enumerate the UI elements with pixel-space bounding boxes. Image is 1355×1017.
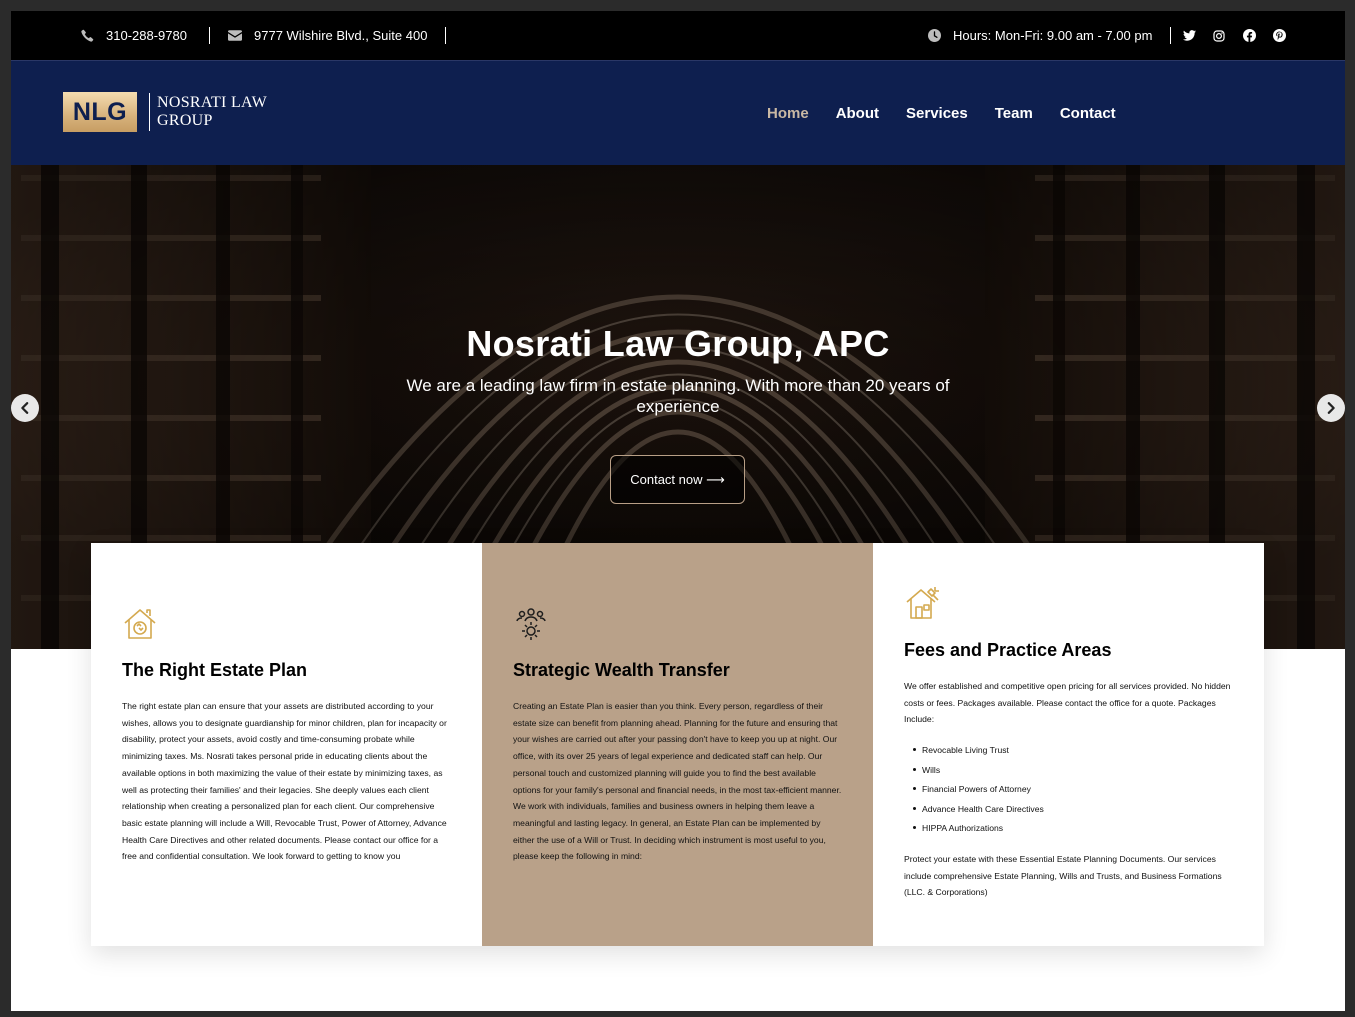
nav-contact[interactable]: Contact: [1060, 105, 1116, 122]
hours-text: Hours: Mon-Fri: 9.00 am - 7.00 pm: [953, 28, 1153, 43]
divider: [1170, 27, 1171, 44]
divider: [445, 27, 446, 44]
main-nav: Home About Services Team Contact: [767, 61, 1116, 165]
logo-divider: [149, 93, 150, 131]
logo-wordmark: NOSRATI LAW GROUP: [157, 94, 267, 130]
phone-contact[interactable]: 310-288-9780: [81, 11, 187, 60]
hero-title: Nosrati Law Group, APC: [466, 323, 890, 364]
chevron-left-icon: [21, 402, 29, 414]
feature-cards: The Right Estate Plan The right estate p…: [91, 543, 1264, 946]
pinterest-icon[interactable]: [1272, 29, 1286, 43]
card-wealth-transfer: Strategic Wealth Transfer Creating an Es…: [482, 543, 873, 946]
nav-team[interactable]: Team: [995, 105, 1033, 122]
contact-now-button[interactable]: Contact now ⟶: [610, 455, 745, 504]
logo[interactable]: NLG NOSRATI LAW GROUP: [63, 92, 267, 132]
twitter-icon[interactable]: [1182, 29, 1196, 43]
card-intro: We offer established and competitive ope…: [904, 681, 1231, 725]
house-recycle-icon: [122, 606, 158, 647]
nav-home[interactable]: Home: [767, 105, 809, 122]
card-title: Strategic Wealth Transfer: [513, 660, 730, 680]
address-text: 9777 Wilshire Blvd., Suite 400: [254, 28, 428, 43]
logo-mark: NLG: [63, 92, 137, 132]
phone-icon: [81, 29, 94, 42]
list-item: Revocable Living Trust: [904, 743, 1234, 763]
divider: [209, 27, 210, 44]
card-estate-plan: The Right Estate Plan The right estate p…: [91, 543, 482, 946]
list-item: Financial Powers of Attorney: [904, 782, 1234, 802]
card-body: The right estate plan can ensure that yo…: [122, 701, 447, 862]
address-contact[interactable]: 9777 Wilshire Blvd., Suite 400: [228, 11, 427, 60]
hours-info: Hours: Mon-Fri: 9.00 am - 7.00 pm: [928, 11, 1152, 60]
list-item: Wills: [904, 763, 1234, 783]
slider-prev-button[interactable]: [11, 394, 39, 422]
card-title: Fees and Practice Areas: [904, 640, 1112, 660]
card-body: Creating an Estate Plan is easier than y…: [513, 701, 842, 862]
page: 310-288-9780 9777 Wilshire Blvd., Suite …: [11, 11, 1345, 1011]
hero-subtitle: We are a leading law firm in estate plan…: [406, 376, 950, 416]
nav-services[interactable]: Services: [906, 105, 968, 122]
top-bar: 310-288-9780 9777 Wilshire Blvd., Suite …: [11, 11, 1345, 60]
phone-number: 310-288-9780: [106, 28, 187, 43]
social-links: [1182, 11, 1286, 60]
card-outro: Protect your estate with these Essential…: [904, 854, 1222, 898]
list-item: Advance Health Care Directives: [904, 802, 1234, 822]
house-tools-icon: [904, 585, 942, 628]
chevron-right-icon: [1327, 402, 1335, 414]
instagram-icon[interactable]: [1212, 29, 1226, 43]
logo-line-2: GROUP: [157, 112, 213, 129]
logo-line-1: NOSRATI LAW: [157, 94, 268, 111]
slider-next-button[interactable]: [1317, 394, 1345, 422]
card-title: The Right Estate Plan: [122, 660, 308, 680]
card-fees-practice: Fees and Practice Areas We offer establi…: [873, 543, 1264, 946]
package-list: Revocable Living Trust Wills Financial P…: [904, 743, 1234, 841]
facebook-icon[interactable]: [1242, 29, 1256, 43]
list-item: HIPPA Authorizations: [904, 821, 1234, 841]
nav-about[interactable]: About: [836, 105, 879, 122]
site-header: NLG NOSRATI LAW GROUP Home About Service…: [11, 60, 1345, 165]
people-gear-icon: [513, 606, 549, 647]
envelope-icon: [228, 30, 242, 41]
clock-icon: [928, 29, 941, 42]
